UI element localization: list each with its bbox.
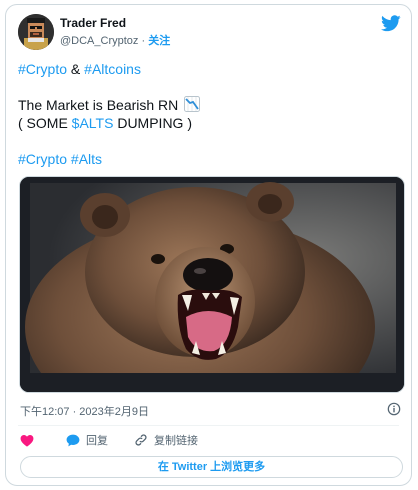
link-icon [135,434,147,446]
author-name[interactable]: Trader Fred [60,16,126,30]
avatar[interactable] [18,14,54,50]
tweet-line-3: ( SOME $ALTS DUMPING ) [18,114,192,132]
tweet-line-1: #Crypto & #Altcoins [18,60,141,78]
tweet-actions: 回复 复制链接 [20,431,224,449]
chart-decreasing-emoji [184,96,201,112]
reply-button[interactable]: 回复 [66,432,108,448]
twitter-bird-icon[interactable] [381,15,401,32]
follow-button[interactable]: 关注 [148,35,170,47]
bear-photo [20,177,404,392]
cashtag-alts[interactable]: $ALTS [72,115,114,131]
hashtag-crypto-2[interactable]: #Crypto [18,151,67,167]
pixel-avatar [18,14,54,50]
tweet-line-2: The Market is Bearish RN [18,96,201,114]
hashtag-alts[interactable]: #Alts [71,151,102,167]
ampersand: & [70,61,81,77]
copy-link-button[interactable]: 复制链接 [134,432,198,448]
like-button[interactable] [20,434,40,447]
hashtag-altcoins[interactable]: #Altcoins [84,61,141,77]
tweet-media-image[interactable] [19,176,405,393]
tweet-card: Trader Fred @DCA_Cryptoz · 关注 #Crypto & … [5,4,412,486]
handle-separator: · [141,35,146,47]
heart-icon [20,434,34,447]
tweet-timestamp[interactable]: 下午12:07 · 2023年2月9日 [20,403,149,419]
tweet-text-before: ( SOME [18,115,72,131]
reply-label: 回复 [86,435,108,447]
info-icon[interactable] [387,402,401,416]
author-handle-row: @DCA_Cryptoz · 关注 [60,32,170,48]
speech-bubble-icon [66,434,80,446]
tweet-line-4: #Crypto #Alts [18,150,102,168]
copy-link-label: 复制链接 [154,435,198,447]
tweet-text-after: DUMPING ) [113,115,192,131]
view-on-twitter-button[interactable]: 在 Twitter 上浏览更多 [20,456,403,478]
tweet-text-bearish: The Market is Bearish RN [18,97,179,113]
divider [18,425,399,426]
hashtag-crypto[interactable]: #Crypto [18,61,67,77]
author-handle[interactable]: @DCA_Cryptoz [60,35,138,47]
